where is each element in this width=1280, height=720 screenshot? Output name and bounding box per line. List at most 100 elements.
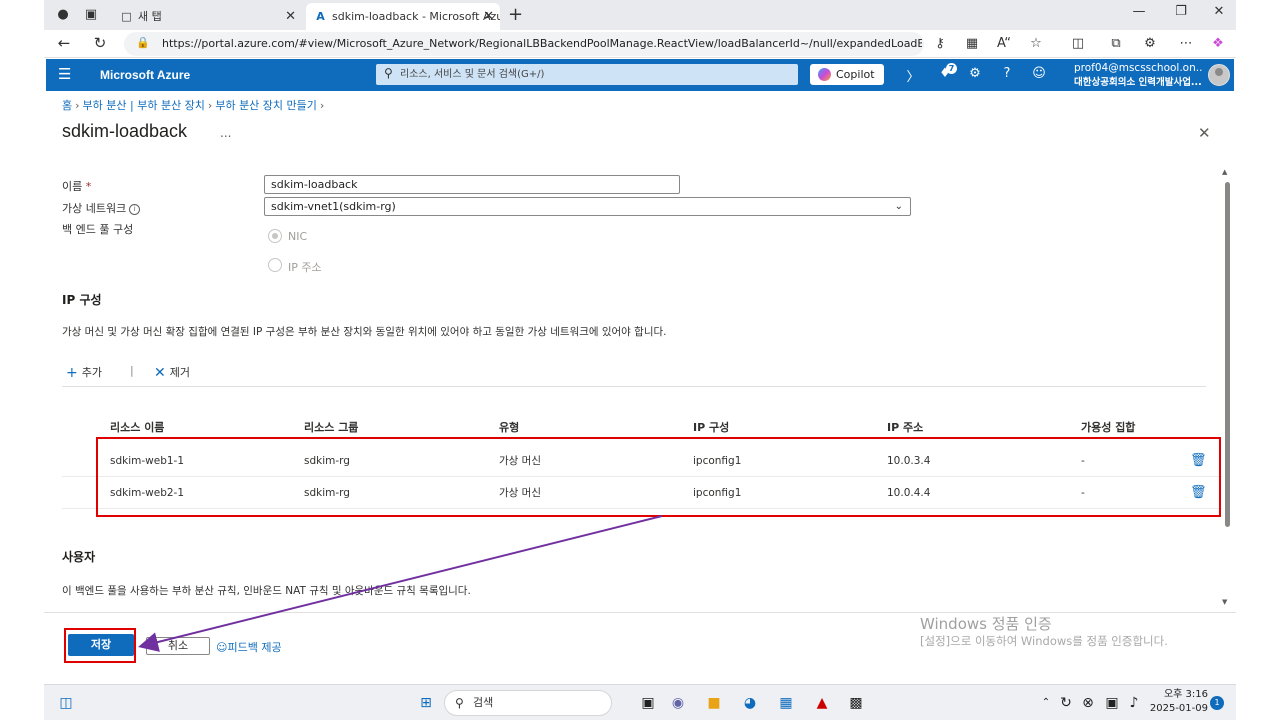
account-email: prof04@mscsschool.on... bbox=[1074, 62, 1202, 74]
address-bar[interactable]: 🔒 https://portal.azure.com/#view/Microso… bbox=[124, 32, 924, 56]
divider bbox=[62, 386, 1206, 387]
trash-icon[interactable]: 🗑 bbox=[1190, 477, 1207, 509]
radio-nic[interactable] bbox=[268, 229, 282, 243]
copilot-icon bbox=[818, 68, 831, 81]
feedback-icon[interactable]: ☺ bbox=[1030, 66, 1048, 81]
search-icon: ⚲ bbox=[384, 66, 393, 80]
profile-icon[interactable]: ● bbox=[54, 6, 72, 24]
cloud-shell-icon[interactable]: 〉 bbox=[904, 66, 922, 85]
clock-time: 오후 3:16 bbox=[1163, 689, 1208, 700]
col-availability-set[interactable]: 가용성 집합 bbox=[1081, 419, 1135, 435]
add-button[interactable]: + 추가 bbox=[66, 364, 102, 381]
chevron-up-icon[interactable]: ⌃ bbox=[1036, 693, 1056, 713]
system-clock[interactable]: 오후 3:16 2025-01-09 bbox=[1148, 688, 1208, 716]
sync-icon[interactable]: ↻ bbox=[1056, 693, 1076, 713]
file-explorer-icon[interactable]: ■ bbox=[704, 693, 724, 713]
close-icon[interactable]: ✕ bbox=[1198, 124, 1211, 142]
global-search[interactable]: ⚲ 리소스, 서비스 및 문서 검색(G+/) bbox=[376, 64, 798, 85]
cell-ip-address: 10.0.4.4 bbox=[887, 487, 931, 499]
app-icon[interactable]: ▲ bbox=[812, 693, 832, 713]
close-icon[interactable]: ✕ bbox=[285, 3, 296, 30]
plus-icon: + bbox=[66, 365, 78, 381]
feedback-link[interactable]: ☺피드백 제공 bbox=[216, 639, 282, 655]
favorite-icon[interactable]: ☆ bbox=[1026, 36, 1046, 51]
cell-ip-config: ipconfig1 bbox=[693, 455, 742, 467]
close-icon[interactable]: ✕ bbox=[483, 3, 494, 30]
chat-icon[interactable]: ◉ bbox=[668, 693, 688, 713]
taskbar-search[interactable]: ⚲ 검색 bbox=[444, 690, 612, 716]
screen: ● ▣ □ 새 탭 ✕ A sdkim-loadback - Microsoft… bbox=[44, 0, 1236, 720]
ip-config-description: 가상 머신 및 가상 머신 확장 집합에 연결된 IP 구성은 부하 분산 장치… bbox=[62, 326, 667, 338]
cell-resource-group: sdkim-rg bbox=[304, 487, 350, 499]
terminal-icon[interactable]: ▩ bbox=[846, 693, 866, 713]
cell-type: 가상 머신 bbox=[499, 487, 541, 499]
command-separator: | bbox=[130, 364, 134, 377]
trash-icon[interactable]: 🗑 bbox=[1190, 445, 1207, 477]
chevron-right-icon: › bbox=[207, 99, 213, 112]
breadcrumb-home[interactable]: 홈 bbox=[62, 99, 72, 112]
key-icon[interactable]: ⚷ bbox=[930, 36, 950, 51]
col-type[interactable]: 유형 bbox=[499, 419, 519, 435]
copilot-button[interactable]: Copilot bbox=[810, 64, 884, 85]
save-button[interactable]: 저장 bbox=[68, 634, 134, 656]
start-icon[interactable]: ⊞ bbox=[416, 693, 436, 713]
azure-logo-icon: A bbox=[316, 10, 325, 23]
scroll-down-icon[interactable]: ▼ bbox=[1222, 598, 1227, 606]
apps-icon[interactable]: ▦ bbox=[962, 36, 982, 51]
tab-actions-icon[interactable]: ▣ bbox=[82, 6, 100, 24]
split-screen-icon[interactable]: ◫ bbox=[1068, 36, 1088, 51]
collections-icon[interactable]: ⧉ bbox=[1106, 36, 1126, 51]
cancel-button[interactable]: 취소 bbox=[146, 637, 210, 655]
notification-center-badge[interactable]: 1 bbox=[1210, 696, 1224, 710]
col-resource-group[interactable]: 리소스 그룹 bbox=[304, 419, 358, 435]
error-icon[interactable]: ⊗ bbox=[1078, 693, 1098, 713]
edge-icon[interactable]: ◕ bbox=[740, 693, 760, 713]
breadcrumb-load-balancing[interactable]: 부하 분산 | 부하 분산 장치 bbox=[83, 99, 205, 112]
clock-date: 2025-01-09 bbox=[1149, 703, 1208, 714]
taskbar: ◫ ⊞ ⚲ 검색 ▣ ◉ ■ ◕ ▦ ▲ ▩ ⌃ ↻ ⊗ ▣ ♪ 오후 3:16… bbox=[44, 684, 1236, 720]
url-text[interactable]: https://portal.azure.com/#view/Microsoft… bbox=[162, 32, 922, 56]
remove-button[interactable]: ✕ 제거 bbox=[154, 364, 190, 381]
tab-azure[interactable]: A sdkim-loadback - Microsoft Azure ✕ bbox=[306, 3, 500, 30]
window-close-icon[interactable]: ✕ bbox=[1204, 4, 1234, 19]
ip-config-heading: IP 구성 bbox=[62, 293, 102, 307]
col-resource-name[interactable]: 리소스 이름 bbox=[110, 419, 164, 435]
breadcrumb-create-lb[interactable]: 부하 분산 장치 만들기 bbox=[215, 99, 317, 112]
menu-icon[interactable]: ☰ bbox=[58, 65, 71, 83]
new-tab-icon[interactable]: + bbox=[508, 4, 523, 25]
avatar[interactable] bbox=[1208, 64, 1230, 86]
radio-ip-address[interactable] bbox=[268, 258, 282, 272]
tab-new[interactable]: □ 새 탭 ✕ bbox=[112, 3, 302, 30]
more-options-icon[interactable]: ... bbox=[220, 126, 231, 140]
vertical-scrollbar[interactable]: ▲ ▼ bbox=[1220, 165, 1234, 610]
azure-brand[interactable]: Microsoft Azure bbox=[100, 59, 190, 91]
vnet-dropdown[interactable]: sdkim-vnet1(sdkim-rg) ⌄ bbox=[264, 197, 911, 216]
store-icon[interactable]: ▦ bbox=[776, 693, 796, 713]
display-icon[interactable]: ▣ bbox=[1102, 693, 1122, 713]
col-ip-config[interactable]: IP 구성 bbox=[693, 419, 729, 435]
scroll-up-icon[interactable]: ▲ bbox=[1222, 168, 1227, 176]
tab-new-label: 새 탭 bbox=[138, 10, 162, 23]
scroll-thumb[interactable] bbox=[1225, 182, 1230, 527]
restore-icon[interactable]: ❐ bbox=[1166, 4, 1196, 19]
table-row[interactable]: sdkim-web1-1 sdkim-rg 가상 머신 ipconfig1 10… bbox=[62, 445, 1222, 477]
gear-icon[interactable]: ⚙ bbox=[966, 66, 984, 81]
refresh-icon[interactable]: ↻ bbox=[90, 34, 110, 52]
extensions-icon[interactable]: ⚙ bbox=[1140, 36, 1160, 51]
account-info[interactable]: prof04@mscsschool.on... 대한상공회의소 인력개발사업..… bbox=[1074, 62, 1202, 88]
table-row[interactable]: sdkim-web2-1 sdkim-rg 가상 머신 ipconfig1 10… bbox=[62, 477, 1222, 509]
copilot-label: Copilot bbox=[836, 68, 875, 81]
minimize-icon[interactable]: — bbox=[1124, 4, 1154, 19]
volume-icon[interactable]: ♪ bbox=[1124, 693, 1144, 713]
col-ip-address[interactable]: IP 주소 bbox=[887, 419, 923, 435]
more-icon[interactable]: ⋯ bbox=[1176, 36, 1196, 51]
search-icon: ⚲ bbox=[455, 696, 464, 710]
read-aloud-icon[interactable]: A“ bbox=[994, 36, 1014, 51]
cell-availability-set: - bbox=[1081, 487, 1085, 499]
name-input[interactable]: sdkim-loadback bbox=[264, 175, 680, 194]
back-icon[interactable]: ← bbox=[54, 34, 74, 52]
help-icon[interactable]: ? bbox=[998, 66, 1016, 81]
widgets-icon[interactable]: ◫ bbox=[56, 693, 76, 713]
task-view-icon[interactable]: ▣ bbox=[638, 693, 658, 713]
copilot-browser-icon[interactable]: ❖ bbox=[1208, 36, 1228, 51]
